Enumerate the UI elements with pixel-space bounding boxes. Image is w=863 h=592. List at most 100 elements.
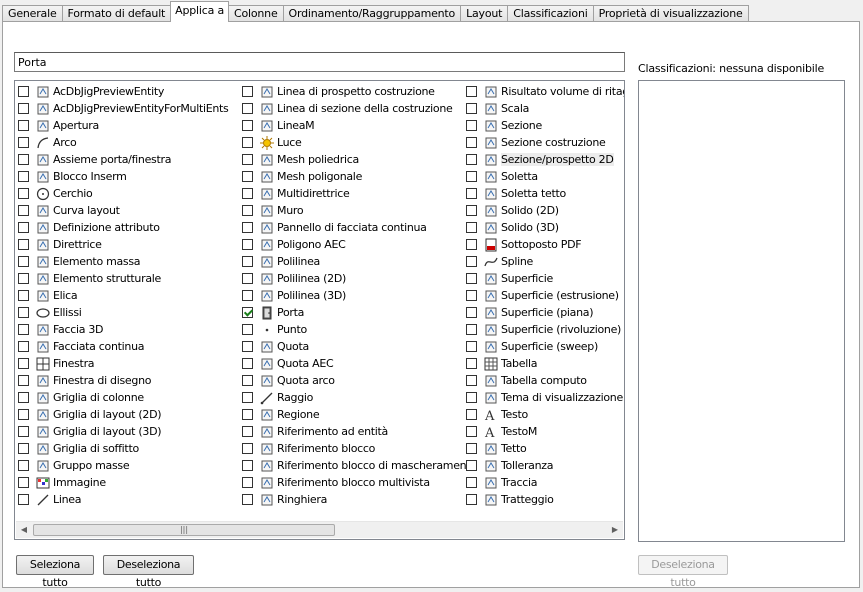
object-type-checkbox[interactable] bbox=[242, 154, 253, 165]
object-type-checkbox[interactable] bbox=[466, 120, 477, 131]
object-type-item[interactable]: Traccia bbox=[466, 474, 624, 491]
object-type-item[interactable]: Ellissi bbox=[18, 304, 229, 321]
object-type-checkbox[interactable] bbox=[18, 239, 29, 250]
object-type-checkbox[interactable] bbox=[466, 494, 477, 505]
object-type-checkbox[interactable] bbox=[242, 171, 253, 182]
tab-proprieta-visualizzazione[interactable]: Proprietà di visualizzazione bbox=[592, 5, 749, 22]
object-type-checkbox[interactable] bbox=[466, 256, 477, 267]
object-type-checkbox[interactable] bbox=[242, 188, 253, 199]
object-type-item[interactable]: Ringhiera bbox=[242, 491, 477, 508]
object-type-item[interactable]: A TestoM bbox=[466, 423, 624, 440]
object-type-item[interactable]: Riferimento blocco multivista bbox=[242, 474, 477, 491]
object-type-checkbox[interactable] bbox=[18, 477, 29, 488]
object-type-item[interactable]: Finestra bbox=[18, 355, 229, 372]
object-type-checkbox[interactable] bbox=[18, 205, 29, 216]
object-type-checkbox[interactable] bbox=[18, 494, 29, 505]
object-type-item[interactable]: Quota AEC bbox=[242, 355, 477, 372]
select-all-button[interactable]: Seleziona tutto bbox=[16, 555, 94, 589]
scroll-left-icon[interactable]: ◀ bbox=[16, 522, 32, 538]
object-type-checkbox[interactable] bbox=[18, 256, 29, 267]
object-type-item[interactable]: Assieme porta/finestra bbox=[18, 151, 229, 168]
object-type-item[interactable]: Linea di prospetto costruzione bbox=[242, 83, 477, 100]
object-type-item[interactable]: AcDbJigPreviewEntity bbox=[18, 83, 229, 100]
filter-input[interactable] bbox=[14, 52, 625, 72]
object-type-checkbox[interactable] bbox=[466, 324, 477, 335]
object-type-checkbox[interactable] bbox=[466, 137, 477, 148]
object-type-item[interactable]: Solido (3D) bbox=[466, 219, 624, 236]
object-type-checkbox[interactable] bbox=[18, 375, 29, 386]
tab-colonne[interactable]: Colonne bbox=[228, 5, 284, 22]
object-type-checkbox[interactable] bbox=[242, 290, 253, 301]
tab-layout[interactable]: Layout bbox=[460, 5, 509, 22]
object-type-item[interactable]: Tema di visualizzazione bbox=[466, 389, 624, 406]
object-type-checkbox[interactable] bbox=[18, 103, 29, 114]
object-type-item[interactable]: AcDbJigPreviewEntityForMultiEnts bbox=[18, 100, 229, 117]
object-type-item[interactable]: Sezione bbox=[466, 117, 624, 134]
object-type-item[interactable]: Blocco Inserm bbox=[18, 168, 229, 185]
object-type-item[interactable]: Quota arco bbox=[242, 372, 477, 389]
object-type-item[interactable]: Cerchio bbox=[18, 185, 229, 202]
object-type-item[interactable]: Soletta tetto bbox=[466, 185, 624, 202]
object-type-item[interactable]: Superficie (piana) bbox=[466, 304, 624, 321]
object-type-checkbox[interactable] bbox=[466, 103, 477, 114]
object-type-item[interactable]: Arco bbox=[18, 134, 229, 151]
object-type-item[interactable]: Sottoposto PDF bbox=[466, 236, 624, 253]
object-type-item[interactable]: Elemento massa bbox=[18, 253, 229, 270]
object-type-item[interactable]: Polilinea (2D) bbox=[242, 270, 477, 287]
object-type-item[interactable]: Definizione attributo bbox=[18, 219, 229, 236]
classifications-list[interactable] bbox=[638, 80, 845, 542]
object-type-item[interactable]: Sezione/prospetto 2D bbox=[466, 151, 624, 168]
object-type-checkbox[interactable] bbox=[18, 341, 29, 352]
object-type-item[interactable]: Tetto bbox=[466, 440, 624, 457]
object-type-item[interactable]: Griglia di layout (3D) bbox=[18, 423, 229, 440]
object-type-item[interactable]: Quota bbox=[242, 338, 477, 355]
object-type-checkbox[interactable] bbox=[18, 409, 29, 420]
object-type-checkbox[interactable] bbox=[18, 86, 29, 97]
object-type-item[interactable]: Tratteggio bbox=[466, 491, 624, 508]
object-type-checkbox[interactable] bbox=[466, 171, 477, 182]
object-type-item[interactable]: Porta bbox=[242, 304, 477, 321]
object-type-item[interactable]: LineaM bbox=[242, 117, 477, 134]
object-type-item[interactable]: Curva layout bbox=[18, 202, 229, 219]
object-type-item[interactable]: Riferimento blocco di mascheramento bbox=[242, 457, 477, 474]
object-type-checkbox[interactable] bbox=[466, 239, 477, 250]
object-type-item[interactable]: Pannello di facciata continua bbox=[242, 219, 477, 236]
object-type-item[interactable]: Muro bbox=[242, 202, 477, 219]
object-type-checkbox[interactable] bbox=[242, 392, 253, 403]
object-type-item[interactable]: Griglia di colonne bbox=[18, 389, 229, 406]
object-type-checkbox[interactable] bbox=[242, 256, 253, 267]
object-type-checkbox[interactable] bbox=[466, 477, 477, 488]
object-type-item[interactable]: Immagine bbox=[18, 474, 229, 491]
object-type-checkbox[interactable] bbox=[242, 239, 253, 250]
object-type-checkbox[interactable] bbox=[242, 120, 253, 131]
object-type-item[interactable]: Polilinea bbox=[242, 253, 477, 270]
object-type-checkbox[interactable] bbox=[242, 86, 253, 97]
scroll-thumb[interactable]: ||| bbox=[33, 524, 335, 536]
object-type-checkbox[interactable] bbox=[242, 494, 253, 505]
object-type-item[interactable]: Superficie (estrusione) bbox=[466, 287, 624, 304]
object-type-item[interactable]: Mesh poligonale bbox=[242, 168, 477, 185]
tab-generale[interactable]: Generale bbox=[2, 5, 63, 22]
object-type-item[interactable]: Regione bbox=[242, 406, 477, 423]
object-type-checkbox[interactable] bbox=[18, 222, 29, 233]
object-type-item[interactable]: Solido (2D) bbox=[466, 202, 624, 219]
object-type-item[interactable]: Raggio bbox=[242, 389, 477, 406]
object-type-checkbox[interactable] bbox=[242, 307, 253, 318]
object-type-item[interactable]: Mesh poliedrica bbox=[242, 151, 477, 168]
object-type-checkbox[interactable] bbox=[466, 392, 477, 403]
object-type-checkbox[interactable] bbox=[466, 426, 477, 437]
object-type-item[interactable]: Tolleranza bbox=[466, 457, 624, 474]
object-type-checkbox[interactable] bbox=[466, 222, 477, 233]
object-type-checkbox[interactable] bbox=[18, 443, 29, 454]
object-type-checkbox[interactable] bbox=[466, 205, 477, 216]
tab-ordinamento[interactable]: Ordinamento/Raggruppamento bbox=[282, 5, 462, 22]
object-type-checkbox[interactable] bbox=[242, 460, 253, 471]
object-type-checkbox[interactable] bbox=[18, 171, 29, 182]
object-type-item[interactable]: Superficie (sweep) bbox=[466, 338, 624, 355]
object-type-checkbox[interactable] bbox=[466, 154, 477, 165]
object-type-item[interactable]: Gruppo masse bbox=[18, 457, 229, 474]
object-type-item[interactable]: Apertura bbox=[18, 117, 229, 134]
object-type-item[interactable]: Scala bbox=[466, 100, 624, 117]
object-type-checkbox[interactable] bbox=[242, 205, 253, 216]
object-type-item[interactable]: Tabella bbox=[466, 355, 624, 372]
